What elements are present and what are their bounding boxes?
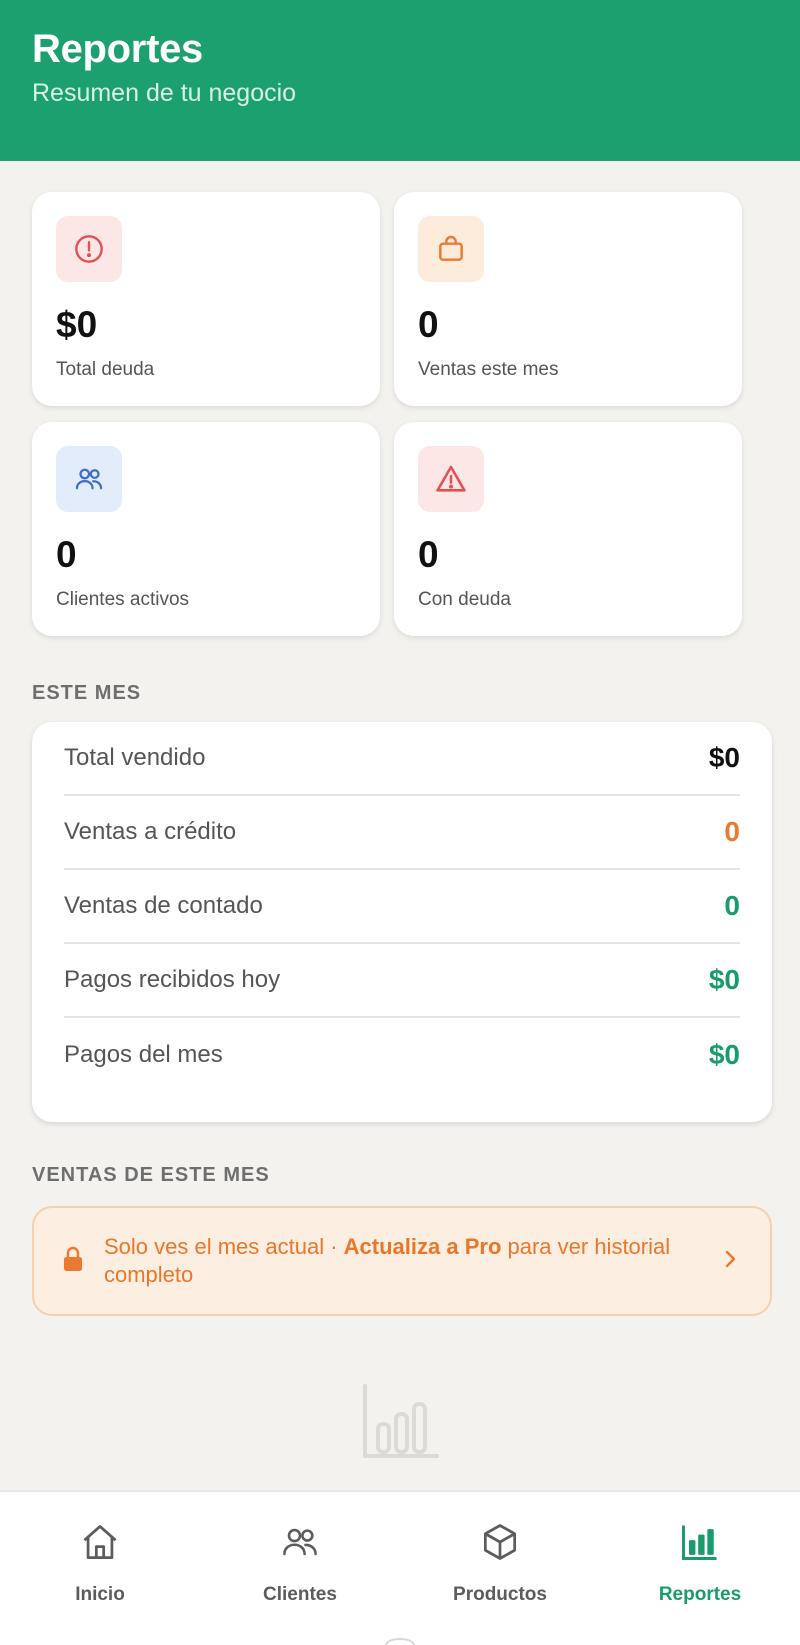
row-label: Total vendido	[64, 744, 206, 771]
nav-label: Clientes	[263, 1584, 337, 1605]
stat-card-total-debt[interactable]: $0 Total deuda	[32, 192, 380, 406]
lock-icon	[62, 1245, 84, 1278]
bar-chart-icon	[678, 1520, 722, 1569]
row-label: Pagos recibidos hoy	[64, 966, 281, 993]
row-value: $0	[708, 742, 740, 773]
app-header: Reportes Resumen de tu negocio	[0, 0, 800, 161]
summary-row: Pagos recibidos hoy $0	[64, 944, 740, 1018]
summary-row: Ventas de contado 0	[64, 870, 740, 944]
summary-row: Pagos del mes $0	[64, 1018, 740, 1092]
stat-value: 0	[418, 304, 439, 345]
home-icon	[78, 1520, 122, 1569]
stat-card-with-debt[interactable]: 0 Con deuda	[394, 422, 742, 636]
stat-label: Ventas este mes	[418, 359, 559, 380]
bottom-navigation: Inicio Clientes Productos Reportes	[0, 1490, 800, 1645]
stat-card-active-clients[interactable]: 0 Clientes activos	[32, 422, 380, 636]
stat-label: Total deuda	[56, 359, 155, 380]
row-value: 0	[724, 816, 740, 847]
section-label-this-month: ESTE MES	[32, 682, 142, 704]
box-icon	[478, 1520, 522, 1569]
this-month-card: Total vendido $0 Ventas a crédito 0 Vent…	[32, 722, 772, 1122]
page-subtitle: Resumen de tu negocio	[32, 79, 297, 107]
empty-chart-icon	[362, 1380, 440, 1465]
row-value: 0	[724, 890, 740, 921]
row-value: $0	[708, 1039, 740, 1070]
users-icon	[278, 1520, 322, 1569]
home-indicator	[385, 1638, 415, 1645]
row-label: Pagos del mes	[64, 1041, 223, 1068]
row-label: Ventas de contado	[64, 892, 263, 919]
upgrade-pro-banner[interactable]: Solo ves el mes actual · Actualiza a Pro…	[32, 1206, 772, 1316]
stat-value: 0	[418, 534, 439, 575]
stat-label: Clientes activos	[56, 589, 190, 610]
section-label-sales-month: VENTAS DE ESTE MES	[32, 1164, 270, 1186]
chevron-right-icon	[720, 1247, 740, 1276]
shopping-bag-icon	[418, 216, 484, 282]
nav-label: Reportes	[658, 1584, 742, 1605]
nav-label: Inicio	[75, 1584, 125, 1605]
nav-item-inicio[interactable]: Inicio	[0, 1492, 200, 1645]
warning-triangle-icon	[418, 446, 484, 512]
row-value: $0	[708, 964, 740, 995]
alert-circle-icon	[56, 216, 122, 282]
summary-row: Total vendido $0	[64, 722, 740, 796]
page-title: Reportes	[32, 27, 203, 71]
nav-item-productos[interactable]: Productos	[400, 1492, 600, 1645]
summary-row: Ventas a crédito 0	[64, 796, 740, 870]
upgrade-pro-link[interactable]: Actualiza a Pro	[344, 1234, 502, 1259]
stat-label: Con deuda	[418, 589, 511, 610]
nav-label: Productos	[453, 1584, 547, 1605]
nav-item-clientes[interactable]: Clientes	[200, 1492, 400, 1645]
users-icon	[56, 446, 122, 512]
nav-item-reportes[interactable]: Reportes	[600, 1492, 800, 1645]
stat-value: $0	[56, 304, 98, 345]
stat-value: 0	[56, 534, 77, 575]
upgrade-banner-text: Solo ves el mes actual · Actualiza a Pro…	[104, 1234, 671, 1287]
row-label: Ventas a crédito	[64, 818, 237, 845]
stat-card-sales-month[interactable]: 0 Ventas este mes	[394, 192, 742, 406]
